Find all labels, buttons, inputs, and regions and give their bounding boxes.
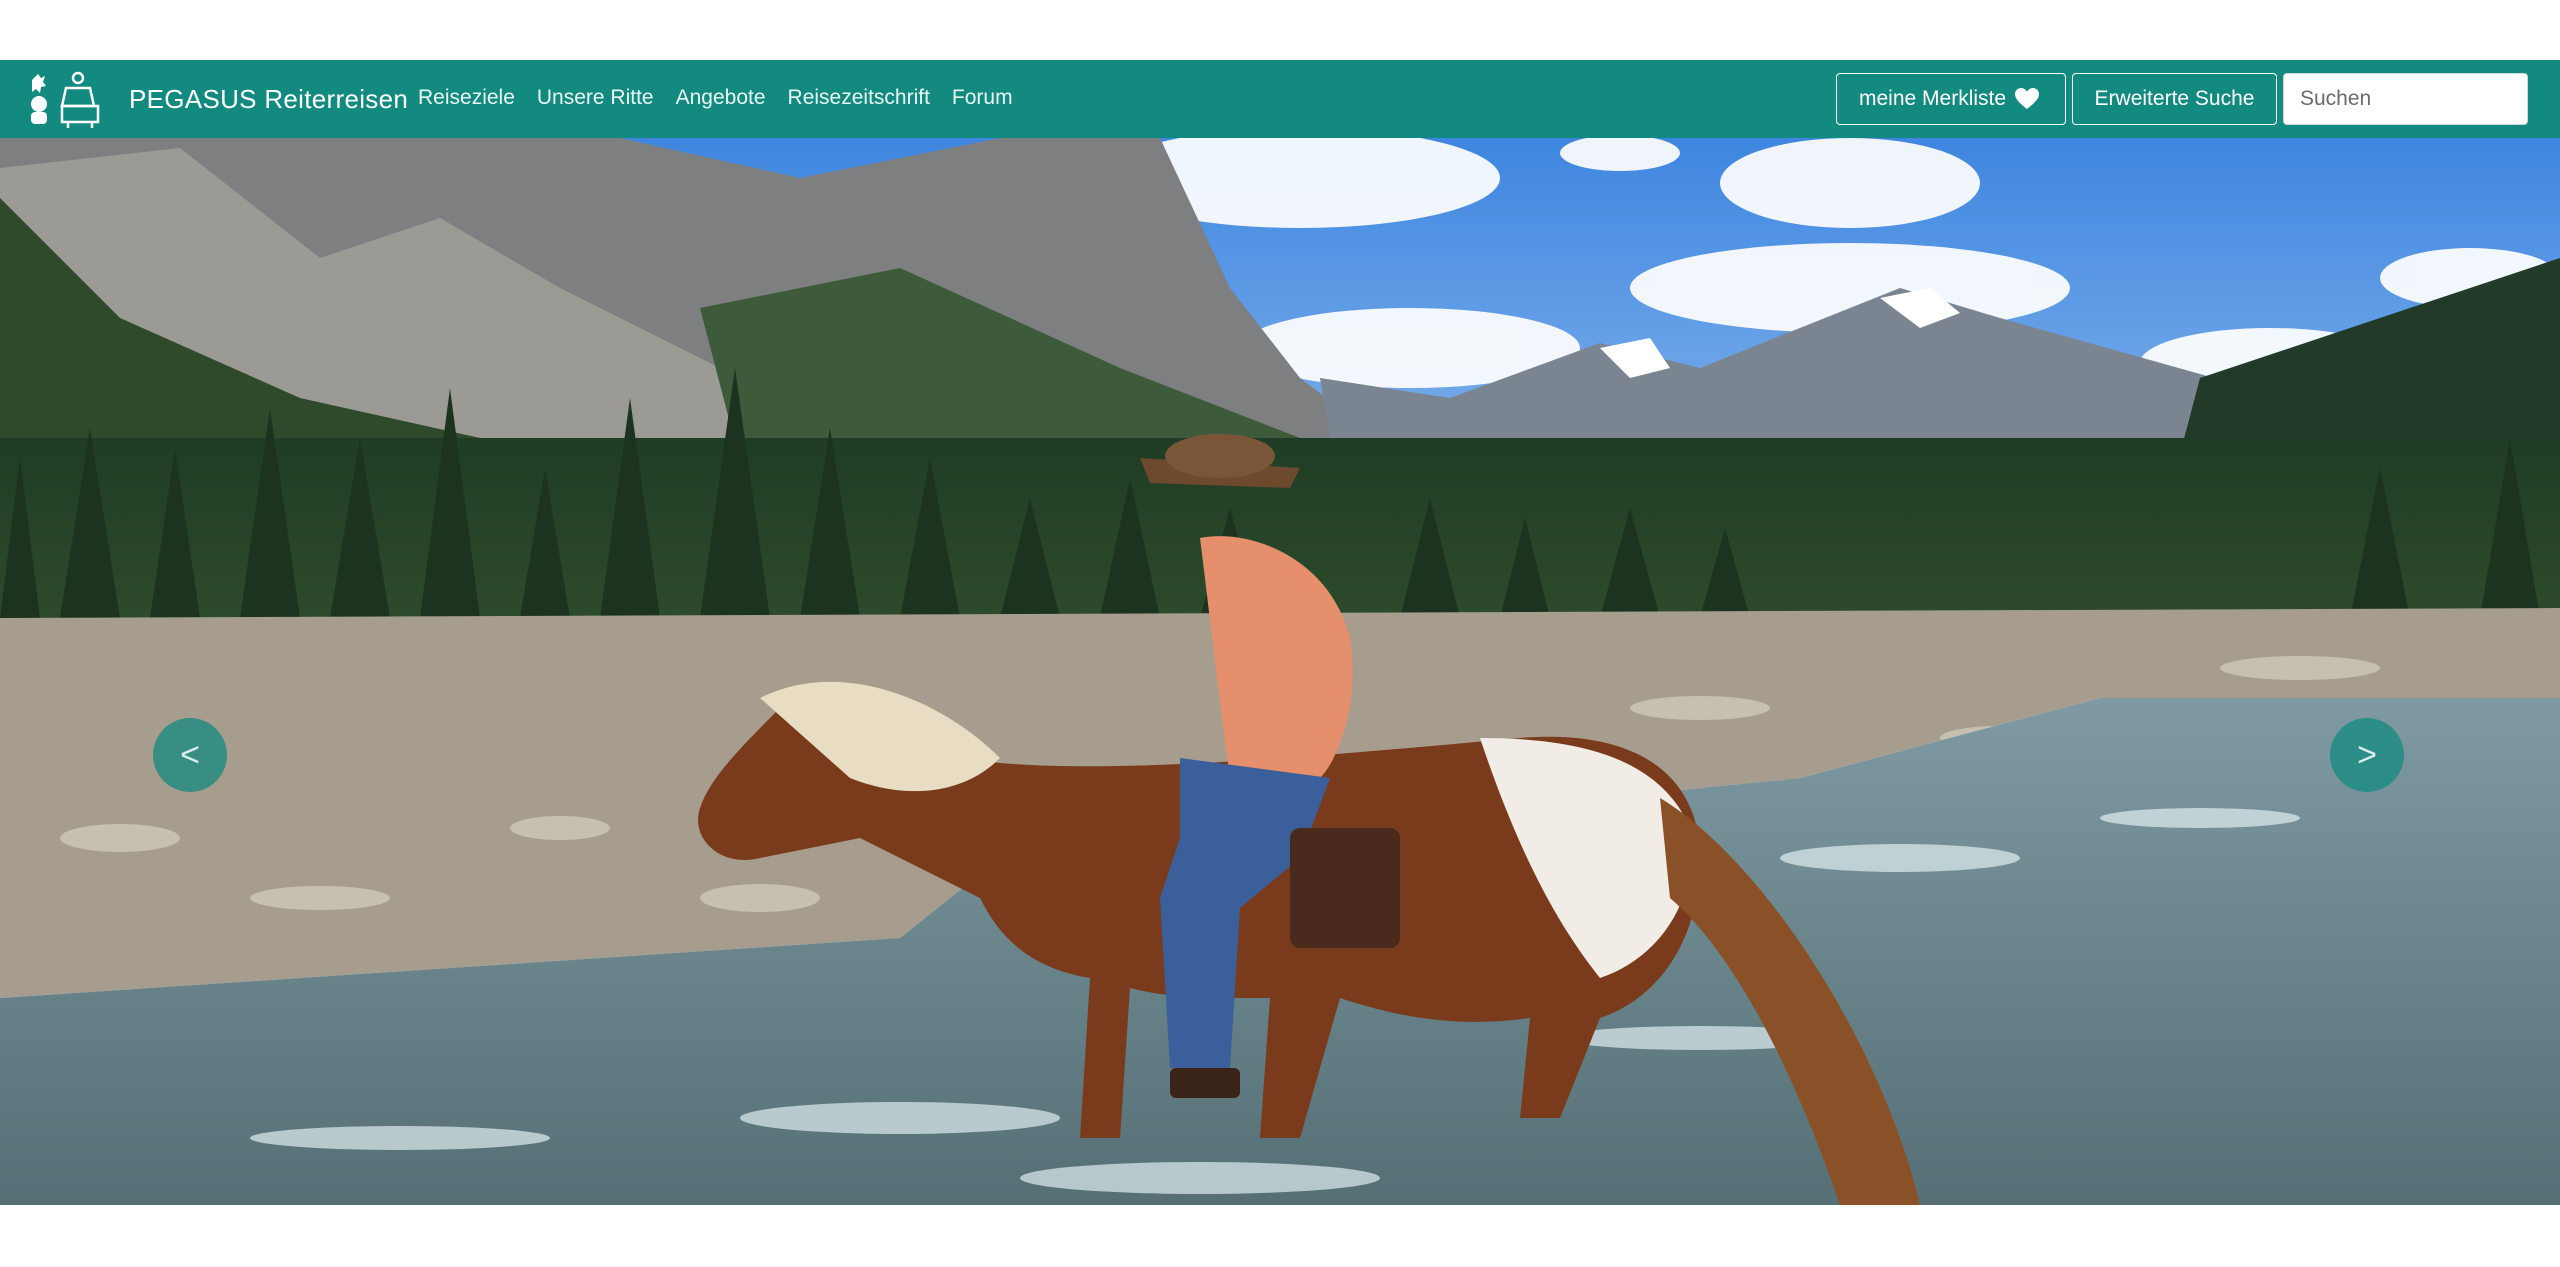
- carousel-next-button[interactable]: >: [2330, 718, 2404, 792]
- nav-link-reiseziele[interactable]: Reiseziele: [418, 86, 515, 110]
- main-nav: Reiseziele Unsere Ritte Angebote Reiseze…: [418, 86, 1013, 110]
- carousel-prev-button[interactable]: <: [153, 718, 227, 792]
- advanced-search-button[interactable]: Erweiterte Suche: [2072, 73, 2277, 125]
- nav-link-angebote[interactable]: Angebote: [676, 86, 766, 110]
- nav-link-forum[interactable]: Forum: [952, 86, 1013, 110]
- merkliste-label: meine Merkliste: [1859, 87, 2007, 110]
- hero-photo-rider-crossing-river: [0, 138, 2560, 1205]
- horse-and-rider-logo-icon[interactable]: [26, 68, 104, 130]
- search-input[interactable]: [2283, 73, 2528, 125]
- nav-link-unsere-ritte[interactable]: Unsere Ritte: [537, 86, 654, 110]
- brand-name[interactable]: PEGASUS Reiterreisen: [129, 84, 408, 115]
- hero-carousel: < >: [0, 138, 2560, 1205]
- nav-link-reisezeitschrift[interactable]: Reisezeitschrift: [788, 86, 930, 110]
- top-navbar: PEGASUS Reiterreisen Reiseziele Unsere R…: [0, 60, 2560, 138]
- heart-icon: [2015, 88, 2040, 109]
- merkliste-button[interactable]: meine Merkliste: [1836, 73, 2066, 125]
- top-whitespace: [0, 0, 2560, 60]
- bottom-whitespace: [0, 1205, 2560, 1267]
